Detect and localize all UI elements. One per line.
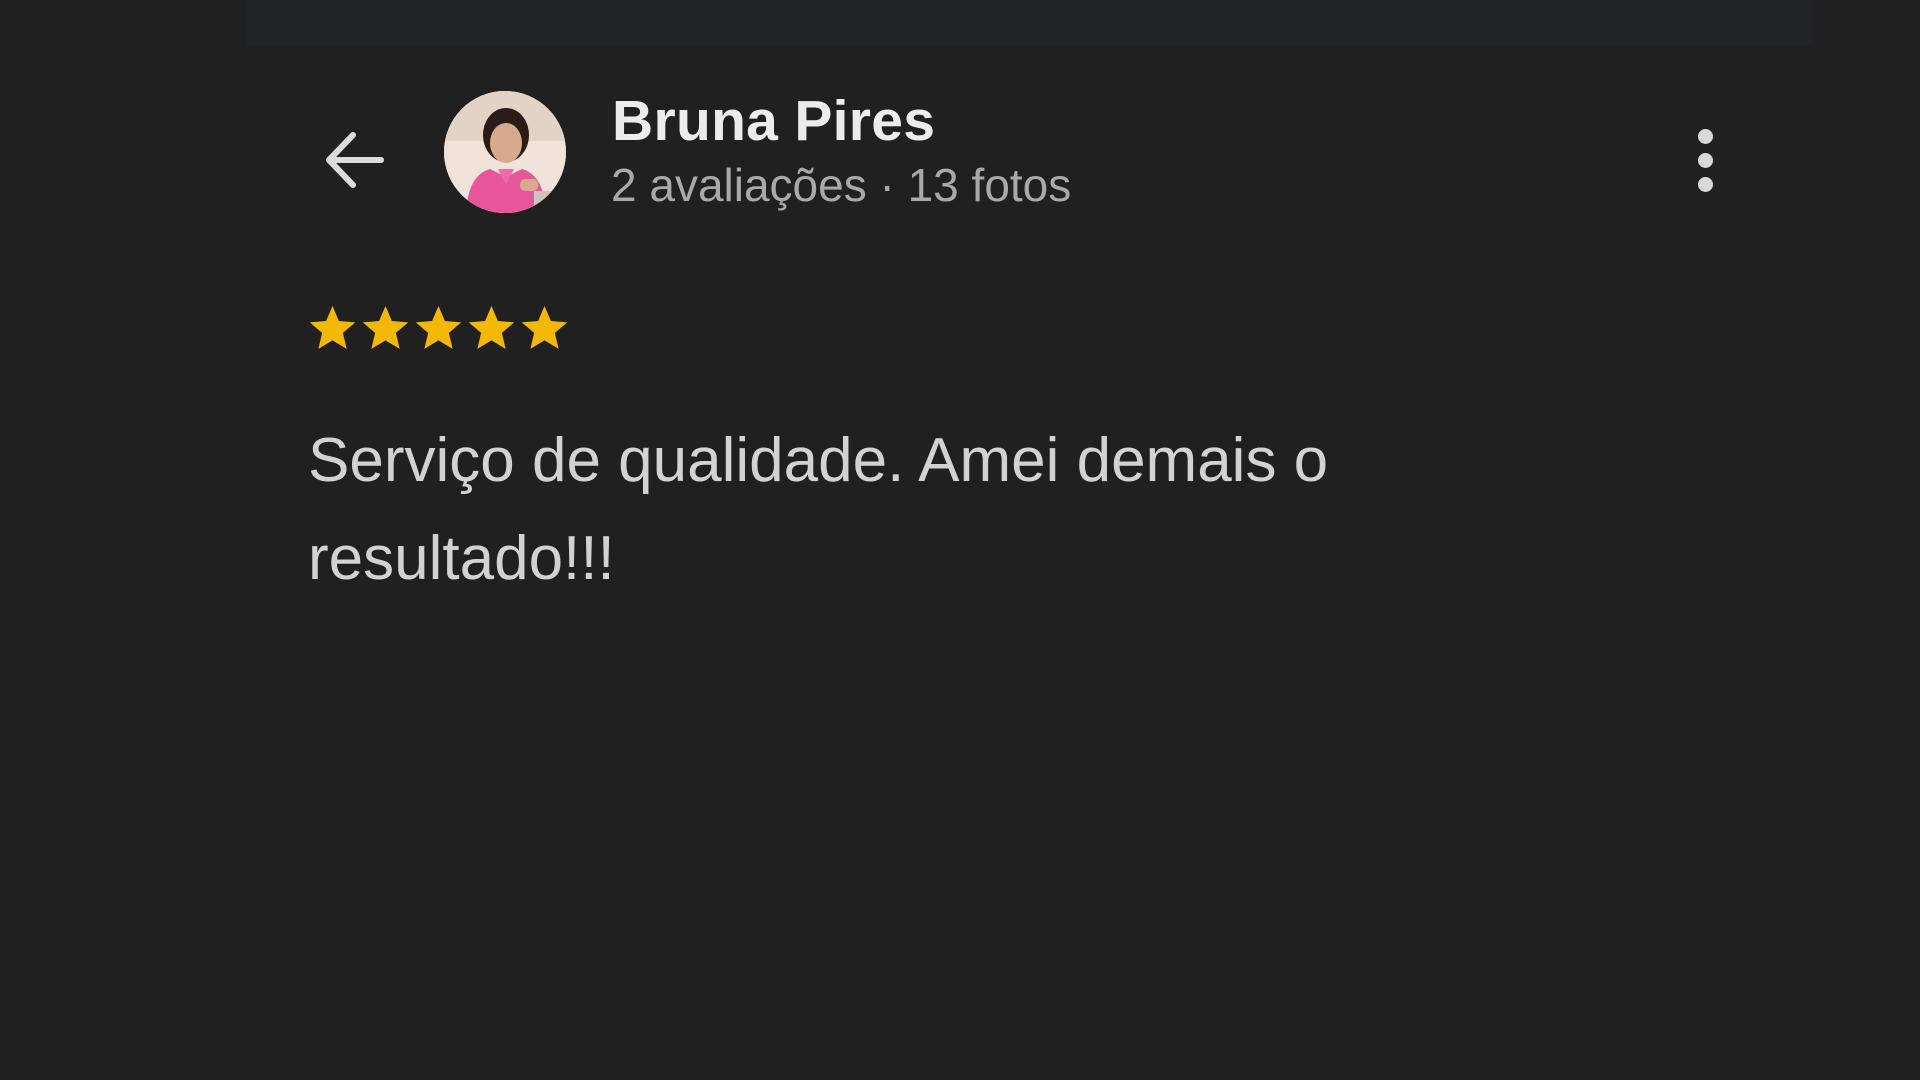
more-dot [1697,176,1713,192]
review-screen: Bruna Pires 2 avaliações · 13 fotos Serv… [0,0,1920,1080]
reviewer-stats: 2 avaliações · 13 fotos [611,159,1072,211]
more-options-button[interactable] [1680,120,1730,200]
avatar[interactable] [444,91,566,213]
star-icon [468,305,515,349]
star-icon [521,305,568,349]
star-icon [362,305,409,349]
reviewer-name[interactable]: Bruna Pires [612,88,935,154]
arrow-left-icon [326,132,384,188]
star-icon [309,305,356,349]
star-rating [306,302,571,355]
more-dot [1697,152,1713,168]
more-vert-icon [1697,128,1713,192]
back-button[interactable] [310,120,398,200]
avatar-photo [444,91,566,213]
review-text: Serviço de qualidade. Amei demais o resu… [308,426,1329,593]
review-header: Bruna Pires 2 avaliações · 13 fotos [0,0,1920,240]
more-dot [1697,128,1713,144]
star-icon [415,305,462,349]
